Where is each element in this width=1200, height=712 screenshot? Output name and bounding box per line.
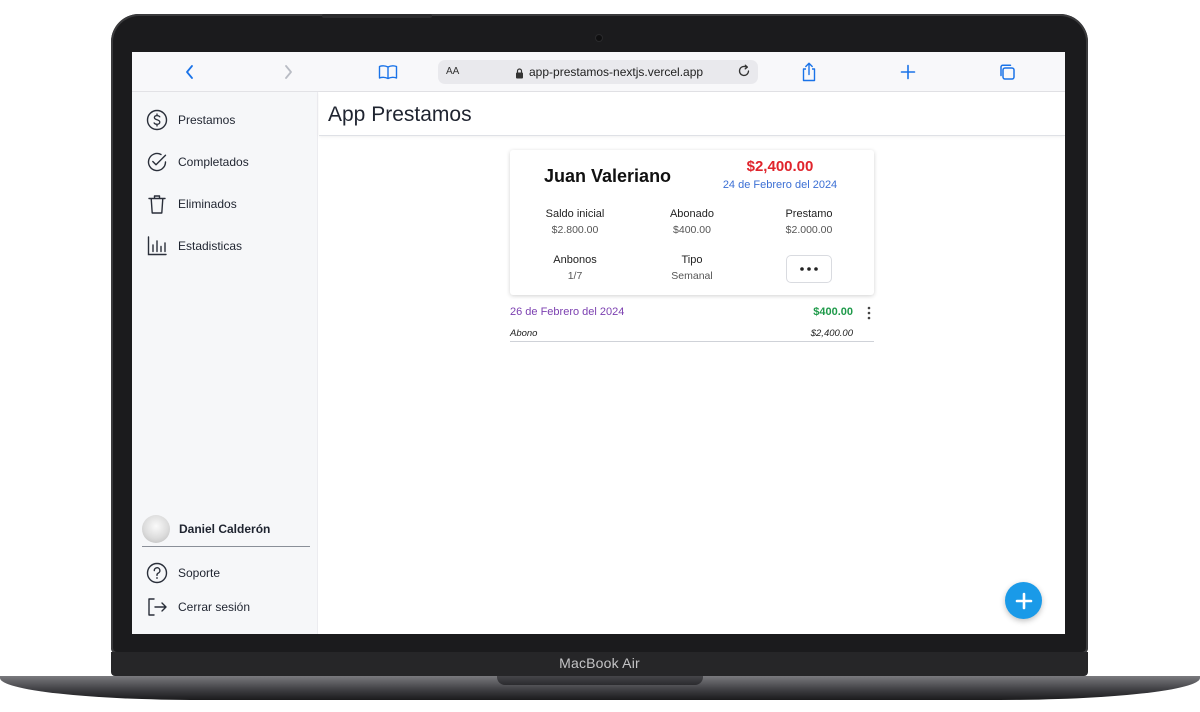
stat-prestamo: Prestamo $2.000.00: [754, 208, 864, 236]
stat-value: Semanal: [671, 270, 713, 282]
loan-date: 24 de Febrero del 2024: [722, 179, 838, 191]
stat-label: Abonado: [669, 208, 715, 220]
sidebar-item-label: Prestamos: [178, 113, 236, 127]
payment-balance: $2,400.00: [810, 328, 853, 339]
more-horizontal-icon: [800, 267, 818, 271]
dollar-circle-icon: [146, 109, 168, 131]
stat-value: $2.000.00: [785, 224, 833, 236]
user-name: Daniel Calderón: [179, 521, 271, 536]
trash-icon: [146, 193, 168, 215]
stat-abonos: Anbonos 1/7: [520, 254, 630, 282]
stat-tipo: Tipo Semanal: [637, 254, 747, 282]
payment-type: Abono: [510, 328, 538, 339]
stat-saldo-inicial: Saldo inicial $2.800.00: [520, 208, 630, 236]
forward-button[interactable]: [276, 61, 300, 83]
payment-amount: $400.00: [813, 306, 853, 318]
bookmarks-button[interactable]: [376, 61, 400, 83]
brand-label: MacBook Air: [559, 655, 640, 671]
text-size-button[interactable]: AA: [446, 66, 459, 77]
sidebar-item-label: Estadisticas: [178, 239, 243, 253]
sidebar-item-estadisticas[interactable]: Estadisticas: [146, 233, 242, 259]
stat-label: Prestamo: [785, 208, 833, 220]
url-text: app-prestamos-nextjs.vercel.app: [529, 65, 704, 79]
payment-menu-button[interactable]: [866, 306, 872, 325]
sidebar-item-label: Cerrar sesión: [178, 600, 251, 614]
help-circle-icon: [146, 562, 168, 584]
check-circle-icon: [146, 151, 168, 173]
loan-card[interactable]: Juan Valeriano $2,400.00 24 de Febrero d…: [510, 150, 874, 295]
sidebar-item-cerrar-sesion[interactable]: Cerrar sesión: [146, 594, 250, 620]
main-content: App Prestamos Juan Valeriano $2,400.00 2…: [319, 92, 1065, 634]
stat-label: Anbonos: [553, 254, 597, 266]
user-profile[interactable]: Daniel Calderón: [142, 511, 310, 547]
url-bar[interactable]: AA app-prestamos-nextjs.vercel.app: [438, 60, 758, 84]
plus-icon: [900, 64, 916, 80]
sidebar-item-completados[interactable]: Completados: [146, 149, 249, 175]
back-button[interactable]: [178, 61, 202, 83]
logout-icon: [146, 596, 168, 618]
sidebar-item-prestamos[interactable]: Prestamos: [146, 107, 235, 133]
share-icon: [802, 62, 816, 82]
stat-label: Tipo: [681, 254, 703, 266]
sidebar: Prestamos Completados Eliminados Estadis…: [132, 92, 318, 634]
more-vertical-icon: [867, 306, 871, 320]
laptop-base-notch: [497, 676, 703, 685]
tabs-overview-button[interactable]: [995, 61, 1019, 83]
plus-icon: [1015, 592, 1032, 609]
sidebar-item-label: Soporte: [178, 566, 221, 580]
page-title: App Prestamos: [328, 103, 472, 126]
reload-icon[interactable]: [737, 64, 751, 83]
bar-chart-icon: [146, 235, 168, 257]
new-tab-button[interactable]: [896, 61, 920, 83]
payment-row: 26 de Febrero del 2024 $400.00 Abono $2,…: [510, 302, 874, 342]
share-button[interactable]: [797, 61, 821, 83]
sidebar-item-label: Eliminados: [178, 197, 237, 211]
avatar: [142, 514, 170, 543]
stat-value: 1/7: [567, 270, 583, 282]
sidebar-item-label: Completados: [178, 155, 249, 169]
lid-notch: [322, 14, 432, 18]
chevron-left-icon: [186, 65, 193, 79]
stat-value: $400.00: [673, 224, 711, 236]
stat-value: $2.800.00: [551, 224, 599, 236]
payment-date: 26 de Febrero del 2024: [510, 306, 625, 318]
stat-label: Saldo inicial: [545, 208, 605, 220]
chevron-right-icon: [285, 65, 292, 79]
app-header: App Prestamos: [319, 92, 1065, 136]
tabs-icon: [1000, 64, 1015, 80]
screen: AA app-prestamos-nextjs.vercel.app Prest…: [132, 52, 1065, 634]
book-icon: [378, 65, 398, 80]
sidebar-item-soporte[interactable]: Soporte: [146, 560, 220, 586]
sidebar-item-eliminados[interactable]: Eliminados: [146, 191, 237, 217]
client-name: Juan Valeriano: [544, 166, 672, 186]
lock-icon: [515, 66, 524, 84]
more-options-button[interactable]: [786, 255, 832, 283]
camera-icon: [596, 35, 602, 41]
stat-abonado: Abonado $400.00: [637, 208, 747, 236]
loan-total-amount: $2,400.00: [746, 158, 814, 175]
browser-toolbar: AA app-prestamos-nextjs.vercel.app: [132, 52, 1065, 92]
add-loan-button[interactable]: [1005, 582, 1042, 619]
